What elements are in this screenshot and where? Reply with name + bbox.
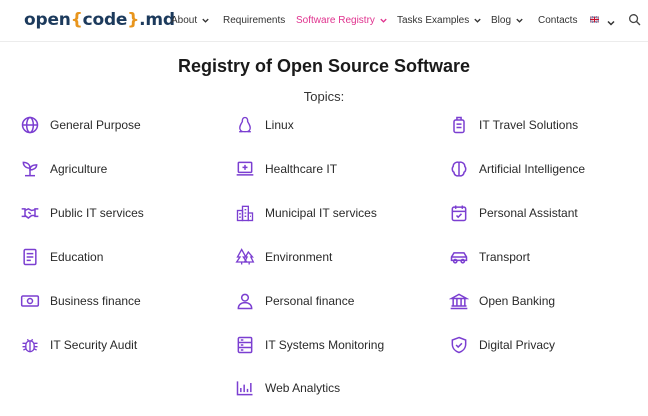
bank-icon — [449, 293, 469, 310]
topic-transport[interactable]: Transport — [449, 245, 530, 269]
nav-about-label: About — [171, 15, 198, 26]
nav-contacts-label: Contacts — [538, 15, 578, 26]
topic-web-analytics[interactable]: Web Analytics — [235, 376, 340, 400]
server-icon — [237, 336, 253, 354]
bar-chart-icon — [236, 381, 253, 396]
topic-artificial-intelligence[interactable]: Artificial Intelligence — [449, 157, 585, 181]
topic-label: Artificial Intelligence — [479, 162, 586, 176]
nav-requirements-label: Requirements — [223, 15, 286, 26]
topic-agriculture[interactable]: Agriculture — [20, 157, 107, 181]
nav-requirements[interactable]: Requirements — [223, 15, 285, 26]
city-icon — [236, 205, 254, 222]
topic-digital-privacy[interactable]: Digital Privacy — [449, 333, 555, 357]
nav-blog-label: Blog — [491, 15, 512, 26]
globe-icon — [21, 116, 39, 134]
calendar-check-icon — [451, 205, 467, 222]
topic-label: Healthcare IT — [265, 162, 338, 176]
nav-tasks-examples[interactable]: Tasks Examples — [397, 15, 482, 26]
nav-software-registry-label: Software Registry — [296, 15, 375, 26]
site-header: open{code}.md About Requirements Softwar… — [0, 0, 648, 42]
handshake-icon — [21, 207, 39, 219]
page-title: Registry of Open Source Software — [177, 56, 471, 76]
topic-it-security-audit[interactable]: IT Security Audit — [20, 333, 137, 357]
topic-it-travel-solutions[interactable]: IT Travel Solutions — [449, 113, 578, 137]
topic-label: Transport — [479, 250, 530, 264]
nav-tasks-examples-label: Tasks Examples — [397, 15, 470, 26]
user-icon — [237, 293, 253, 310]
banknote-icon — [20, 295, 40, 307]
topic-personal-finance[interactable]: Personal finance — [235, 289, 354, 313]
topic-municipal-it-services[interactable]: Municipal IT services — [235, 201, 377, 225]
bug-icon — [22, 338, 38, 353]
nav-software-registry[interactable]: Software Registry — [296, 15, 388, 26]
shield-check-icon — [451, 336, 467, 354]
language-chevron-down-icon[interactable] — [606, 15, 616, 33]
book-icon — [23, 248, 37, 266]
medical-laptop-icon — [236, 161, 254, 176]
brain-icon — [451, 161, 467, 177]
topic-personal-assistant[interactable]: Personal Assistant — [449, 201, 578, 225]
topic-label: IT Systems Monitoring — [265, 338, 385, 352]
topic-general-purpose[interactable]: General Purpose — [20, 113, 141, 137]
search-icon[interactable] — [628, 13, 641, 26]
sprout-icon — [22, 161, 38, 177]
topic-education[interactable]: Education — [20, 245, 103, 269]
chevron-down-icon — [379, 16, 388, 25]
topic-label: IT Security Audit — [50, 338, 138, 352]
chevron-down-icon — [473, 16, 482, 25]
topic-label: Business finance — [50, 294, 141, 308]
suitcase-icon — [453, 116, 465, 134]
nav-about[interactable]: About — [171, 15, 210, 26]
topic-label: Open Banking — [479, 294, 556, 308]
car-icon — [450, 252, 468, 264]
topic-label: Municipal IT services — [265, 206, 377, 220]
topic-label: Environment — [265, 250, 333, 264]
topic-label: IT Travel Solutions — [479, 118, 579, 132]
penguin-icon — [239, 116, 251, 133]
topic-label: General Purpose — [50, 118, 141, 132]
topic-label: Public IT services — [50, 206, 144, 220]
topic-label: Education — [50, 250, 104, 264]
topic-public-it-services[interactable]: Public IT services — [20, 201, 144, 225]
topic-linux[interactable]: Linux — [235, 113, 294, 137]
topics-heading: Topics: — [303, 89, 345, 104]
trees-icon — [235, 248, 255, 265]
topic-label: Digital Privacy — [479, 338, 556, 352]
topic-label: Personal Assistant — [479, 206, 578, 220]
topic-label: Linux — [265, 118, 294, 132]
nav-blog[interactable]: Blog — [491, 15, 524, 26]
main-nav: About Requirements Software Registry Tas… — [0, 15, 648, 29]
topic-label: Personal finance — [265, 294, 355, 308]
topic-business-finance[interactable]: Business finance — [20, 289, 141, 313]
topic-open-banking[interactable]: Open Banking — [449, 289, 555, 313]
topic-it-systems-monitoring[interactable]: IT Systems Monitoring — [235, 333, 384, 357]
chevron-down-icon — [515, 16, 524, 25]
topic-label: Agriculture — [50, 162, 108, 176]
topic-label: Web Analytics — [265, 381, 341, 395]
topic-healthcare-it[interactable]: Healthcare IT — [235, 157, 337, 181]
chevron-down-icon — [201, 16, 210, 25]
nav-contacts[interactable]: Contacts — [538, 15, 577, 26]
uk-flag-icon[interactable] — [590, 16, 599, 23]
topic-environment[interactable]: Environment — [235, 245, 332, 269]
